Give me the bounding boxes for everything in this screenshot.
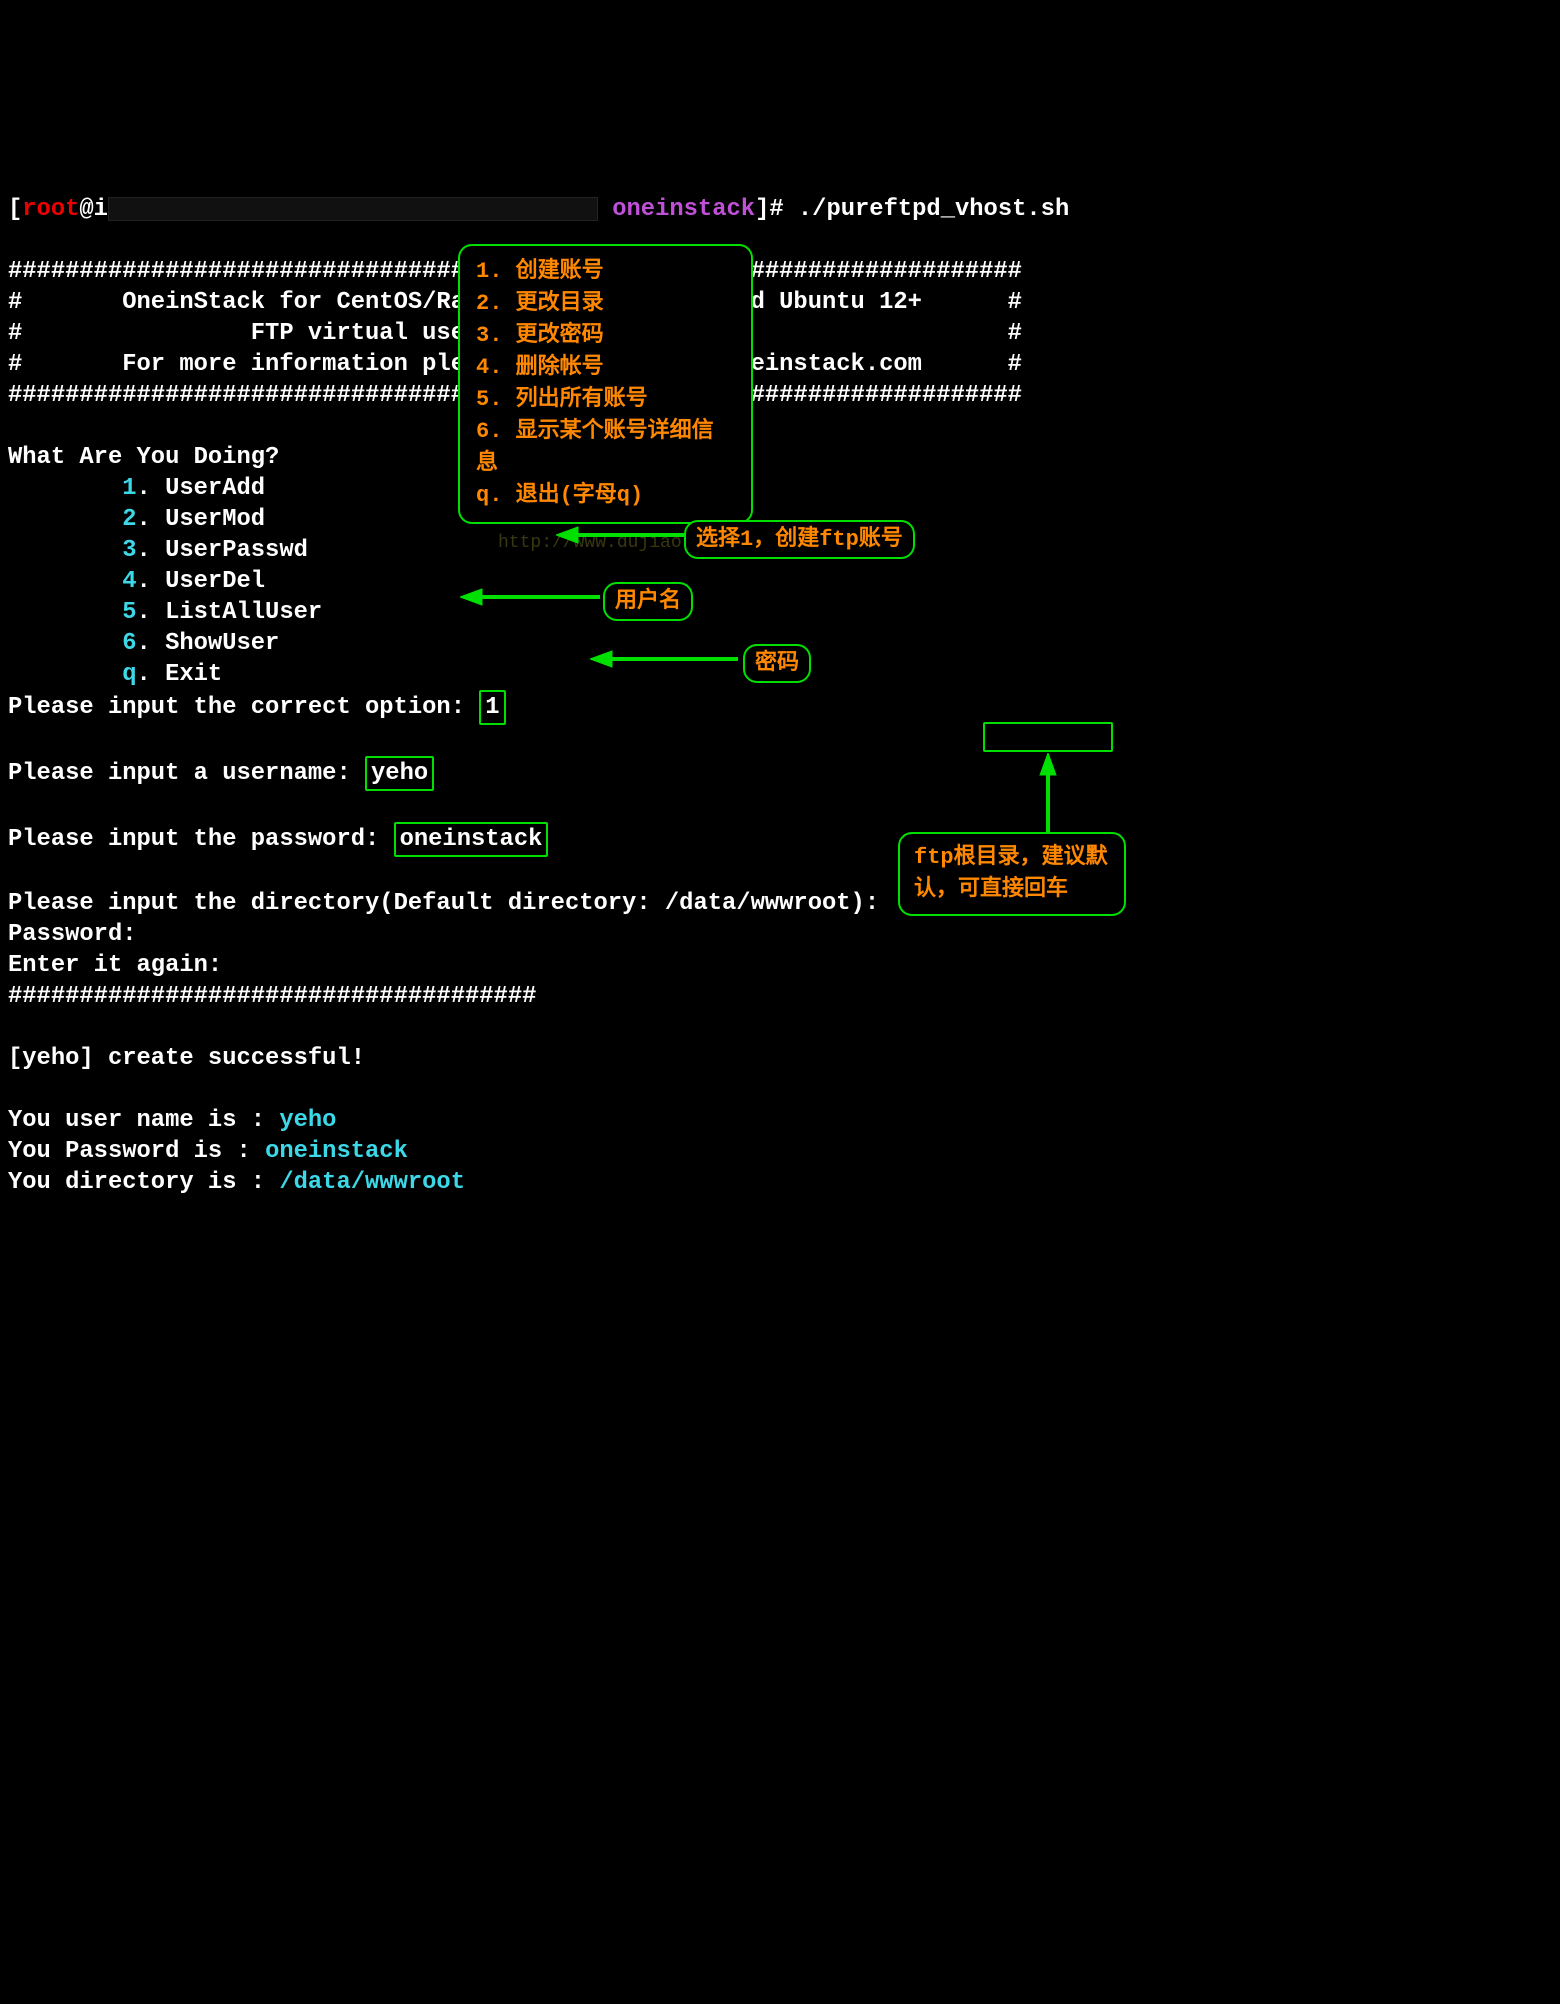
annotation-username-label: 用户名 (603, 582, 693, 621)
menu-label-6: ShowUser (165, 630, 279, 657)
prompt-at: @i (79, 196, 108, 223)
annot-dir-text: ftp根目录，建议默认，可直接回车 (914, 842, 1110, 906)
menu-label-3: UserPasswd (165, 537, 308, 564)
password-echo2: Enter it again: (8, 952, 222, 979)
password-input[interactable]: oneinstack (394, 822, 549, 857)
result-dir-val: /data/wwwroot (279, 1169, 465, 1196)
result-pw-pre: You Password is : (8, 1138, 265, 1165)
result-name-val: yeho (279, 1107, 336, 1134)
password-echo1: Password: (8, 921, 137, 948)
annot-menu-q: q. 退出(字母q) (476, 480, 735, 512)
annotation-option-label: 选择1，创建ftp账号 (684, 520, 915, 559)
annotation-directory-label: ftp根目录，建议默认，可直接回车 (898, 832, 1126, 916)
annot-menu-6: 6. 显示某个账号详细信息 (476, 416, 735, 480)
prompt-lbracket: [ (8, 196, 22, 223)
menu-num-q: q (122, 661, 136, 688)
menu-label-q: Exit (165, 661, 222, 688)
menu-label-5: ListAllUser (165, 599, 322, 626)
result-pw-val: oneinstack (265, 1138, 408, 1165)
hash-short: ##################################### (8, 983, 536, 1010)
menu-num-6: 6 (122, 630, 136, 657)
arrow-username-icon (460, 587, 600, 607)
menu-label-2: UserMod (165, 506, 265, 533)
menu-num-2: 2 (122, 506, 136, 533)
hostname-redacted (108, 197, 598, 221)
prompt-dir: oneinstack (612, 196, 755, 223)
annotation-password-label: 密码 (743, 644, 811, 683)
result-name-pre: You user name is : (8, 1107, 279, 1134)
menu-num-4: 4 (122, 568, 136, 595)
menu-num-1: 1 (122, 475, 136, 502)
menu-num-3: 3 (122, 537, 136, 564)
directory-prompt: Please input the directory(Default direc… (8, 890, 879, 917)
username-input[interactable]: yeho (365, 756, 434, 791)
prompt-rbracket: ]# (755, 196, 798, 223)
menu-label-1: UserAdd (165, 475, 265, 502)
option-prompt: Please input the correct option: (8, 694, 479, 721)
annot-menu-4: 4. 删除帐号 (476, 352, 735, 384)
success-message: [yeho] create successful! (8, 1045, 365, 1072)
directory-input[interactable] (983, 722, 1113, 752)
menu-label-4: UserDel (165, 568, 265, 595)
arrow-option-icon (556, 525, 684, 545)
username-prompt: Please input a username: (8, 760, 365, 787)
arrow-password-icon (590, 649, 738, 669)
annotation-menu-translations: 1. 创建账号 2. 更改目录 3. 更改密码 4. 删除帐号 5. 列出所有账… (458, 244, 753, 524)
annot-menu-1: 1. 创建账号 (476, 256, 735, 288)
prompt-user: root (22, 196, 79, 223)
command-text: ./pureftpd_vhost.sh (798, 196, 1069, 223)
password-prompt: Please input the password: (8, 826, 394, 853)
result-dir-pre: You directory is : (8, 1169, 279, 1196)
menu-num-5: 5 (122, 599, 136, 626)
arrow-directory-icon (1038, 753, 1058, 833)
annot-menu-3: 3. 更改密码 (476, 320, 735, 352)
annot-menu-2: 2. 更改目录 (476, 288, 735, 320)
annot-menu-5: 5. 列出所有账号 (476, 384, 735, 416)
option-input[interactable]: 1 (479, 690, 505, 725)
menu-question: What Are You Doing? (8, 444, 279, 471)
